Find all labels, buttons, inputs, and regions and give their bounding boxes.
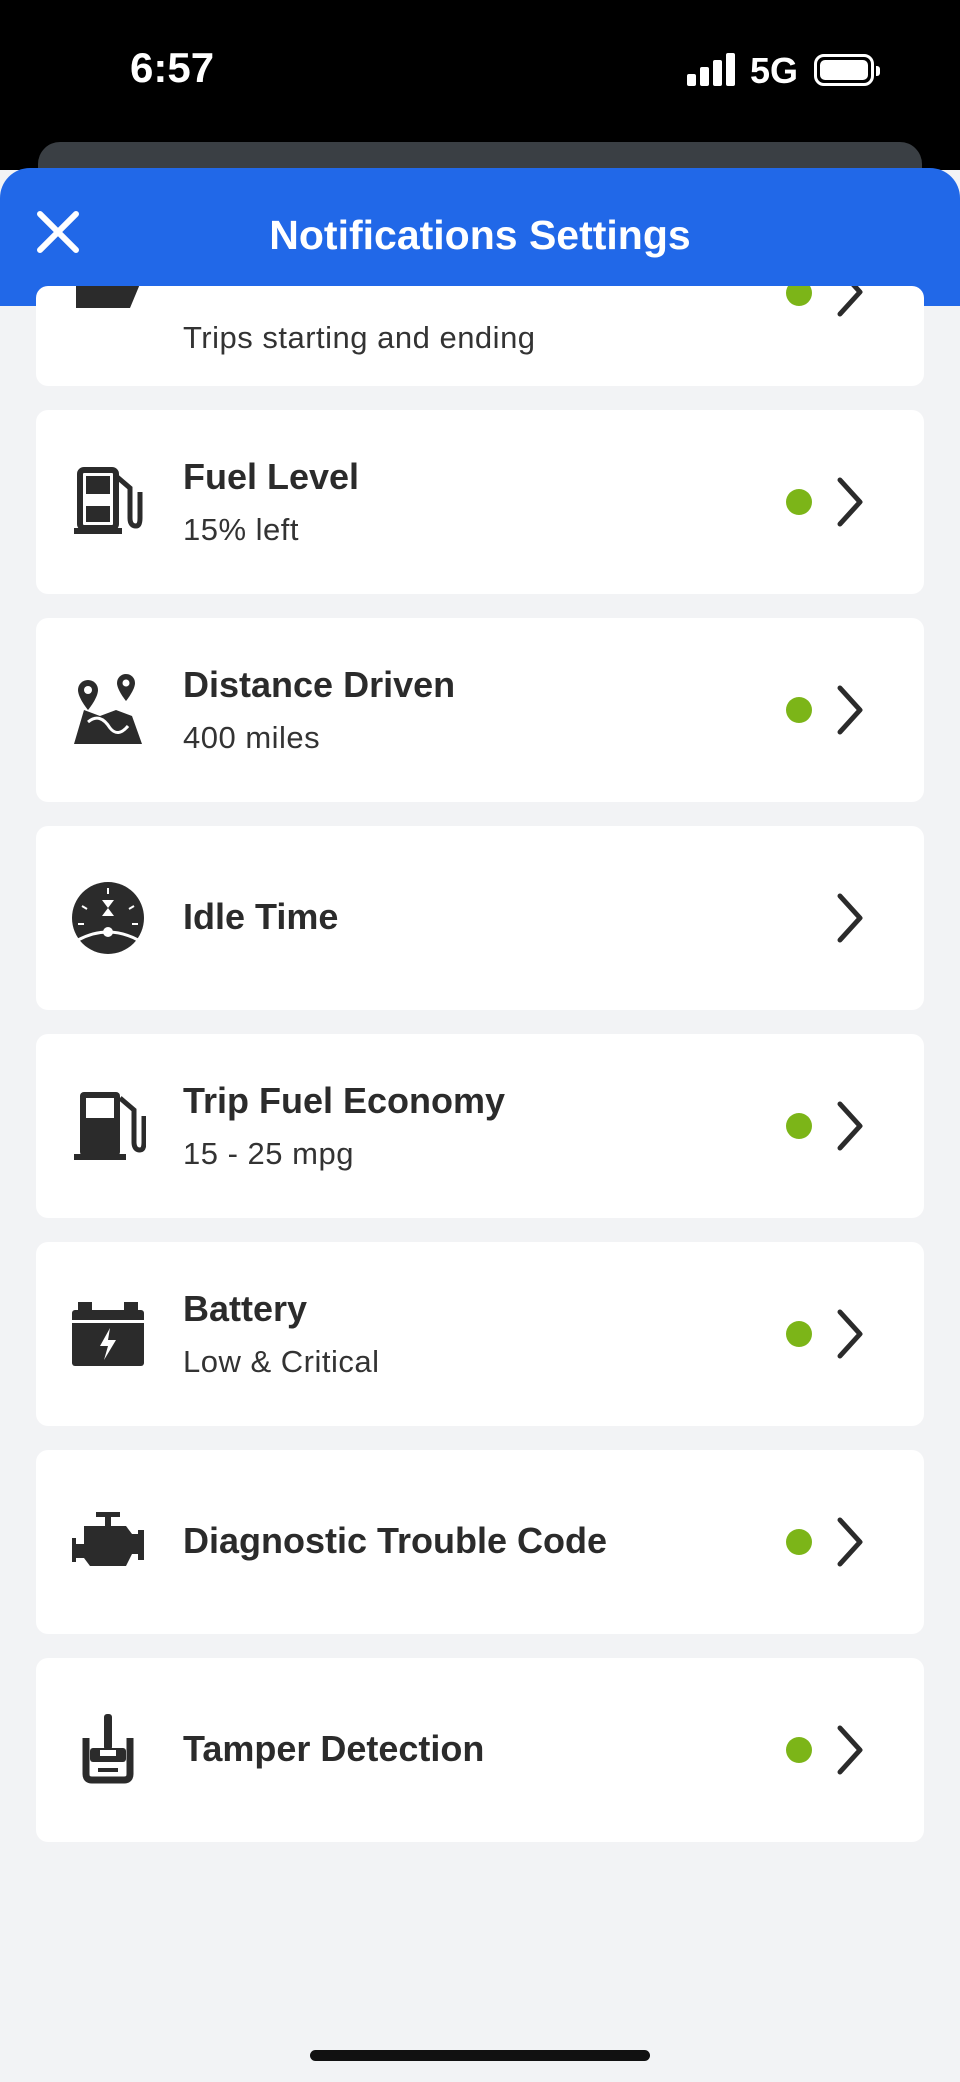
enabled-indicator <box>786 1737 812 1763</box>
notification-item-diagnostic-trouble-code[interactable]: Diagnostic Trouble Code <box>36 1450 924 1634</box>
battery-icon <box>72 1302 144 1366</box>
enabled-indicator <box>786 489 812 515</box>
map-route-icon <box>74 674 142 744</box>
item-title: Tamper Detection <box>183 1728 485 1769</box>
item-title: Trip Fuel Economy <box>183 1080 506 1121</box>
item-title: Battery <box>183 1288 308 1329</box>
item-title: Fuel Level <box>183 456 360 497</box>
item-subtitle: Trips starting and ending <box>183 320 536 355</box>
notification-item-battery[interactable]: Battery Low & Critical <box>36 1242 924 1426</box>
fuel-economy-icon <box>74 1092 146 1160</box>
notification-item-distance-driven[interactable]: Distance Driven 400 miles <box>36 618 924 802</box>
chevron-right-icon <box>837 893 863 943</box>
enabled-indicator <box>786 1321 812 1347</box>
enabled-indicator <box>786 286 812 306</box>
chevron-right-icon <box>837 1517 863 1567</box>
chevron-right-icon <box>837 286 863 317</box>
chevron-right-icon <box>837 1309 863 1359</box>
enabled-indicator <box>786 697 812 723</box>
fuel-pump-icon <box>74 467 143 534</box>
enabled-indicator <box>786 1113 812 1139</box>
notification-item-idle-time[interactable]: Idle Time <box>36 826 924 1010</box>
tamper-icon <box>82 1714 134 1784</box>
home-indicator[interactable] <box>310 2050 650 2061</box>
notification-item-trips[interactable]: Trips starting and ending <box>36 286 924 386</box>
notification-item-trip-fuel-economy[interactable]: Trip Fuel Economy 15 - 25 mpg <box>36 1034 924 1218</box>
engine-icon <box>72 1512 144 1566</box>
page-title: Notifications Settings <box>269 212 691 258</box>
item-subtitle: 15% left <box>183 512 300 547</box>
item-subtitle: 400 miles <box>183 720 321 755</box>
trip-car-icon <box>76 286 140 308</box>
item-subtitle: Low & Critical <box>183 1344 380 1379</box>
notification-item-tamper-detection[interactable]: Tamper Detection <box>36 1658 924 1842</box>
chevron-right-icon <box>837 1725 863 1775</box>
chevron-right-icon <box>837 477 863 527</box>
item-subtitle: 15 - 25 mpg <box>183 1136 354 1171</box>
item-title: Distance Driven <box>183 664 456 705</box>
status-time: 6:57 <box>130 44 215 91</box>
idle-gauge-icon <box>72 882 144 954</box>
item-title: Diagnostic Trouble Code <box>183 1520 608 1561</box>
signal-strength-icon <box>687 52 737 86</box>
item-title: Idle Time <box>183 896 339 937</box>
chevron-right-icon <box>837 685 863 735</box>
enabled-indicator <box>786 1529 812 1555</box>
notification-item-fuel-level[interactable]: Fuel Level 15% left <box>36 410 924 594</box>
chevron-right-icon <box>837 1101 863 1151</box>
network-type: 5G <box>750 50 799 91</box>
battery-status-icon <box>814 54 880 86</box>
